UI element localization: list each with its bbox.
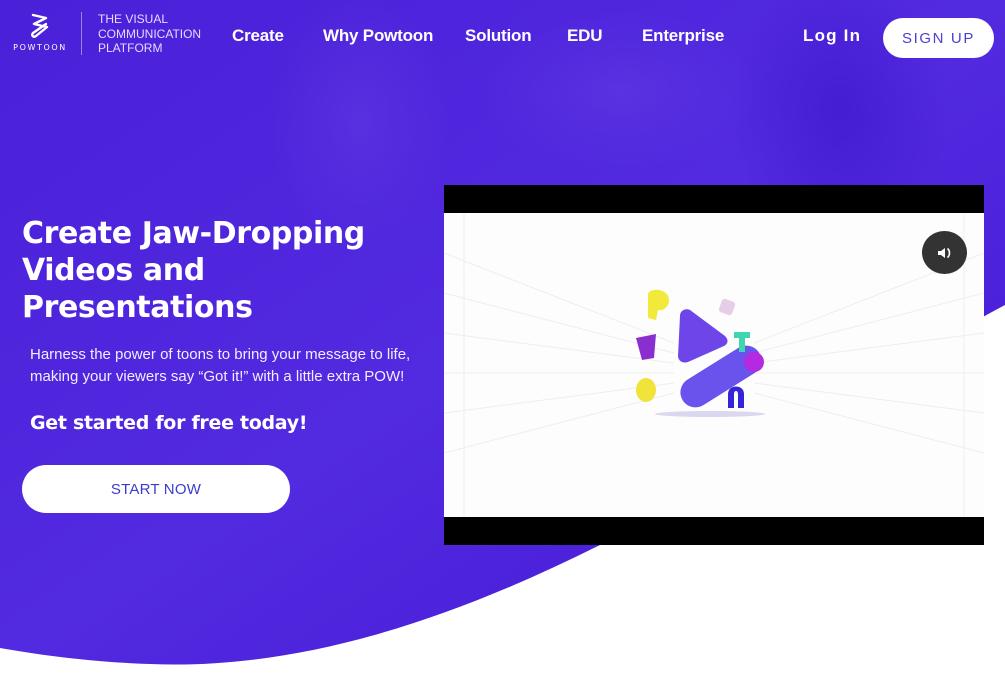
nav-item-edu[interactable]: EDU bbox=[567, 26, 602, 46]
site-header: POWTOON THE VISUAL COMMUNICATION PLATFOR… bbox=[0, 0, 1005, 76]
login-link[interactable]: Log In bbox=[803, 26, 861, 46]
brand-tagline: THE VISUAL COMMUNICATION PLATFORM bbox=[98, 12, 218, 56]
purple-dot bbox=[744, 352, 764, 372]
tagline-line: PLATFORM bbox=[98, 41, 163, 55]
hero-headline: Create Jaw-Dropping Videos and Presentat… bbox=[22, 215, 442, 326]
nav-item-solution[interactable]: Solution bbox=[465, 26, 532, 46]
tagline-line: COMMUNICATION bbox=[98, 26, 202, 41]
start-now-button[interactable]: START NOW bbox=[22, 465, 290, 513]
headline-line: Create Jaw-Dropping bbox=[22, 216, 365, 251]
mute-button[interactable] bbox=[922, 231, 967, 274]
hero-description: Harness the power of toons to bring your… bbox=[30, 346, 411, 385]
nav-item-create[interactable]: Create bbox=[232, 26, 284, 46]
headline-line: Videos and Presentations bbox=[22, 253, 253, 325]
letter-p bbox=[648, 289, 670, 320]
powtoon-logo-icon bbox=[31, 13, 49, 38]
nav-item-why-powtoon[interactable]: Why Powtoon bbox=[323, 26, 433, 46]
video-frame[interactable] bbox=[444, 213, 984, 517]
powtoon-logo[interactable]: POWTOON bbox=[12, 12, 68, 56]
hero-subheadline: Get started for free today! bbox=[30, 412, 308, 434]
letter-n bbox=[728, 386, 744, 408]
powtoon-animation-logo bbox=[636, 289, 765, 417]
play-triangle bbox=[678, 309, 728, 363]
yellow-cylinder bbox=[636, 378, 656, 402]
tagline-line: THE VISUAL bbox=[98, 12, 169, 26]
signup-button[interactable]: SIGN UP bbox=[883, 18, 994, 58]
small-cube bbox=[718, 298, 736, 316]
video-player[interactable] bbox=[444, 185, 984, 545]
logo-wordmark: POWTOON bbox=[13, 43, 67, 52]
shadow bbox=[655, 411, 765, 417]
cube-shape bbox=[636, 334, 656, 360]
logo-divider bbox=[81, 12, 82, 55]
nav-item-enterprise[interactable]: Enterprise bbox=[642, 26, 724, 46]
speaker-volume-icon bbox=[937, 247, 950, 258]
